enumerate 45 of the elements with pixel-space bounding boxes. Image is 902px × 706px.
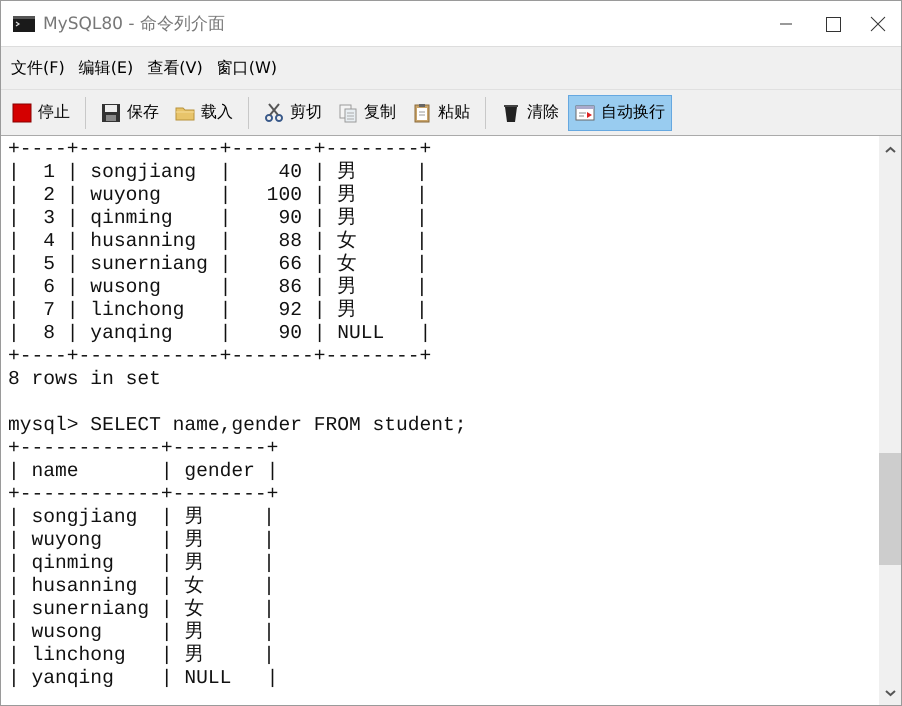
console-line: | qinming | 男 | — [8, 552, 276, 575]
toolbar-button[interactable]: 清除 — [494, 94, 566, 130]
console-line: | 5 | sunerniang | 66 | 女 | — [8, 253, 429, 276]
console-line: +----+------------+-------+--------+ — [8, 138, 432, 161]
terminal-icon — [13, 16, 35, 32]
toolbar-button[interactable]: 复制 — [331, 94, 403, 130]
console-line: | wusong | 男 | — [8, 621, 276, 644]
scrollbar[interactable] — [879, 136, 901, 705]
console-line: | sunerniang | 女 | — [8, 598, 276, 621]
word-wrap-icon — [575, 102, 595, 122]
console-line: | 2 | wuyong | 100 | 男 | — [8, 184, 429, 207]
console-line: | 7 | linchong | 92 | 男 | — [8, 299, 429, 322]
console-line: | songjiang | 男 | — [8, 506, 276, 529]
window-title: MySQL80 - 命令列介面 — [43, 13, 226, 35]
console-line: +----+------------+-------+--------+ — [8, 345, 432, 368]
menu-item[interactable]: 查看(V) — [140, 58, 210, 78]
console-line: +------------+--------+ — [8, 483, 280, 506]
clipboard-icon — [412, 102, 432, 122]
menu-item[interactable]: 窗口(W) — [210, 58, 284, 78]
trash-can-icon — [501, 102, 521, 122]
console-line: | 6 | wusong | 86 | 男 | — [8, 276, 429, 299]
toggle-button[interactable]: 自动换行 — [568, 94, 672, 130]
toolbar-button[interactable]: 粘贴 — [405, 94, 477, 130]
toolbar-button[interactable]: 剪切 — [257, 94, 329, 130]
stop-icon — [12, 102, 32, 122]
copy-icon — [338, 102, 358, 122]
console-line: | linchong | 男 | — [8, 644, 276, 667]
console-line: | husanning | 女 | — [8, 575, 276, 598]
scrollbar-thumb[interactable] — [879, 453, 901, 565]
console-line: +------------+--------+ — [8, 437, 280, 460]
console-line: | yanqing | NULL | — [8, 667, 280, 690]
console-line: | wuyong | 男 | — [8, 529, 276, 552]
toolbar-button[interactable]: 停止 — [5, 94, 77, 130]
scissors-icon — [264, 102, 284, 122]
console-line: | name | gender | — [8, 460, 280, 483]
console-line: 8 rows in set — [8, 368, 162, 391]
console-line: | 3 | qinming | 90 | 男 | — [8, 207, 429, 230]
menu-item[interactable]: 编辑(E) — [72, 58, 140, 78]
menu-item[interactable]: 文件(F) — [4, 58, 72, 78]
toolbar-button[interactable]: 载入 — [168, 94, 240, 130]
console-line: | 8 | yanqing | 90 | NULL | — [8, 322, 432, 345]
console-line: | 1 | songjiang | 40 | 男 | — [8, 161, 429, 184]
console-line: | 4 | husanning | 88 | 女 | — [8, 230, 429, 253]
toolbar-button[interactable]: 保存 — [94, 94, 166, 130]
console-line: mysql> SELECT name,gender FROM student; — [8, 414, 468, 437]
